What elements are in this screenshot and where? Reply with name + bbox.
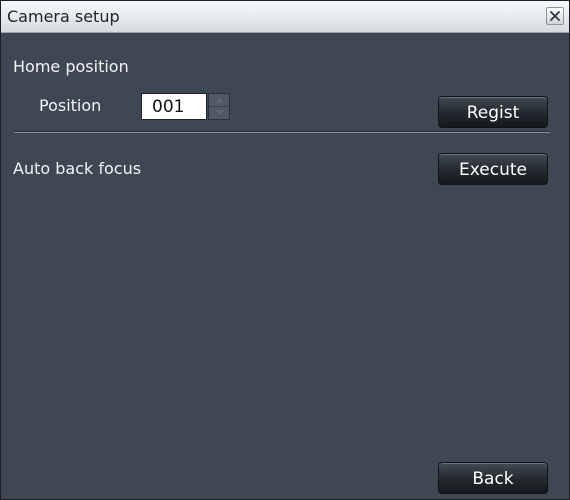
chevron-up-icon (215, 98, 224, 103)
position-stepper[interactable] (208, 93, 230, 120)
close-icon (550, 11, 560, 21)
execute-button[interactable]: Execute (438, 153, 548, 185)
back-button[interactable]: Back (438, 462, 548, 494)
camera-setup-dialog: Camera setup Home position Position 001 … (0, 0, 570, 500)
dialog-title: Camera setup (7, 7, 120, 26)
chevron-down-icon (215, 110, 224, 115)
title-bar: Camera setup (1, 1, 569, 33)
regist-button[interactable]: Regist (438, 96, 548, 128)
position-increment-button[interactable] (209, 94, 229, 107)
section-divider (14, 131, 550, 133)
position-decrement-button[interactable] (209, 107, 229, 119)
auto-back-focus-label: Auto back focus (13, 159, 142, 178)
close-button[interactable] (546, 7, 564, 25)
home-position-heading: Home position (13, 57, 129, 76)
position-label: Position (39, 96, 102, 115)
position-value: 001 (152, 97, 185, 117)
position-input[interactable]: 001 (141, 93, 207, 120)
